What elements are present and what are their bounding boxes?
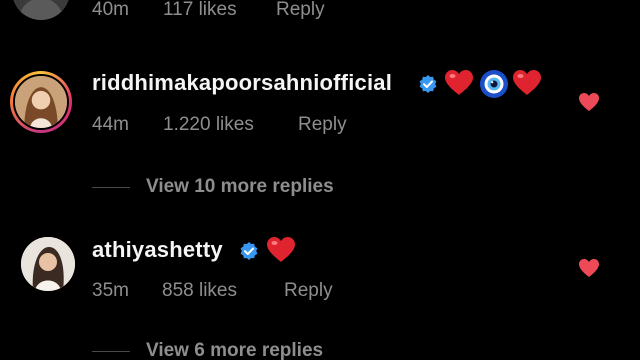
view-more-replies-button[interactable]: View 10 more replies: [146, 176, 334, 198]
comment-username[interactable]: riddhimakapoorsahniofficial: [92, 70, 392, 96]
avatar-image: [12, 0, 70, 20]
comment-likes[interactable]: 1.220 likes: [163, 114, 254, 136]
liked-heart-icon[interactable]: [578, 92, 600, 112]
avatar[interactable]: [21, 237, 75, 291]
reply-button[interactable]: Reply: [284, 280, 333, 302]
replies-divider: [92, 187, 130, 188]
avatar-image: [15, 76, 67, 128]
verified-badge-icon: [419, 75, 437, 93]
red-heart-emoji-icon: [267, 237, 295, 262]
red-heart-emoji-icon: [445, 70, 473, 95]
comment-likes[interactable]: 117 likes: [163, 0, 237, 21]
reply-button[interactable]: Reply: [298, 114, 347, 136]
view-more-replies-button[interactable]: View 6 more replies: [146, 340, 323, 360]
comment-likes[interactable]: 858 likes: [162, 280, 237, 302]
nazar-amulet-emoji-icon: [480, 70, 508, 98]
comment-username[interactable]: athiyashetty: [92, 237, 223, 263]
comments-screen: 40m 117 likes Reply riddhimakapoorsahnio…: [0, 0, 640, 360]
avatar[interactable]: [13, 74, 69, 130]
comment-time: 44m: [92, 114, 129, 135]
verified-badge-icon: [240, 242, 258, 260]
comment-time: 40m: [92, 0, 129, 20]
reply-button[interactable]: Reply: [276, 0, 325, 21]
liked-heart-icon[interactable]: [578, 258, 600, 278]
comment-time: 35m: [92, 280, 129, 301]
replies-divider: [92, 351, 130, 352]
avatar[interactable]: [12, 0, 70, 20]
red-heart-emoji-icon: [513, 70, 541, 95]
avatar-image: [21, 237, 75, 291]
